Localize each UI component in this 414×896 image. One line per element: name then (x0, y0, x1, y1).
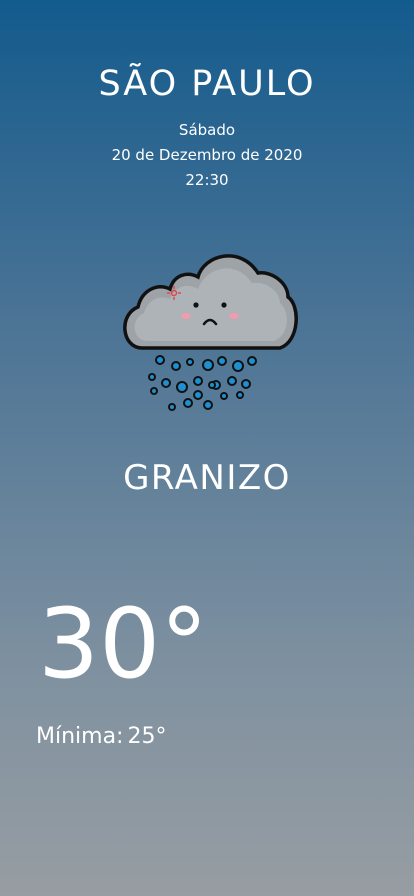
min-temperature-label: Mínima: (36, 724, 124, 749)
min-temperature-value: 25° (127, 724, 167, 749)
weather-condition: GRANIZO (123, 458, 291, 498)
min-temperature: Mínima: 25° (36, 724, 166, 749)
time-label: 22:30 (185, 171, 229, 189)
city-name: SÃO PAULO (98, 64, 316, 104)
weekday-label: Sábado (178, 121, 236, 139)
current-temperature: 30° (38, 588, 209, 700)
hail-cloud-icon (112, 245, 302, 420)
date-label: 20 de Dezembro de 2020 (111, 146, 303, 164)
